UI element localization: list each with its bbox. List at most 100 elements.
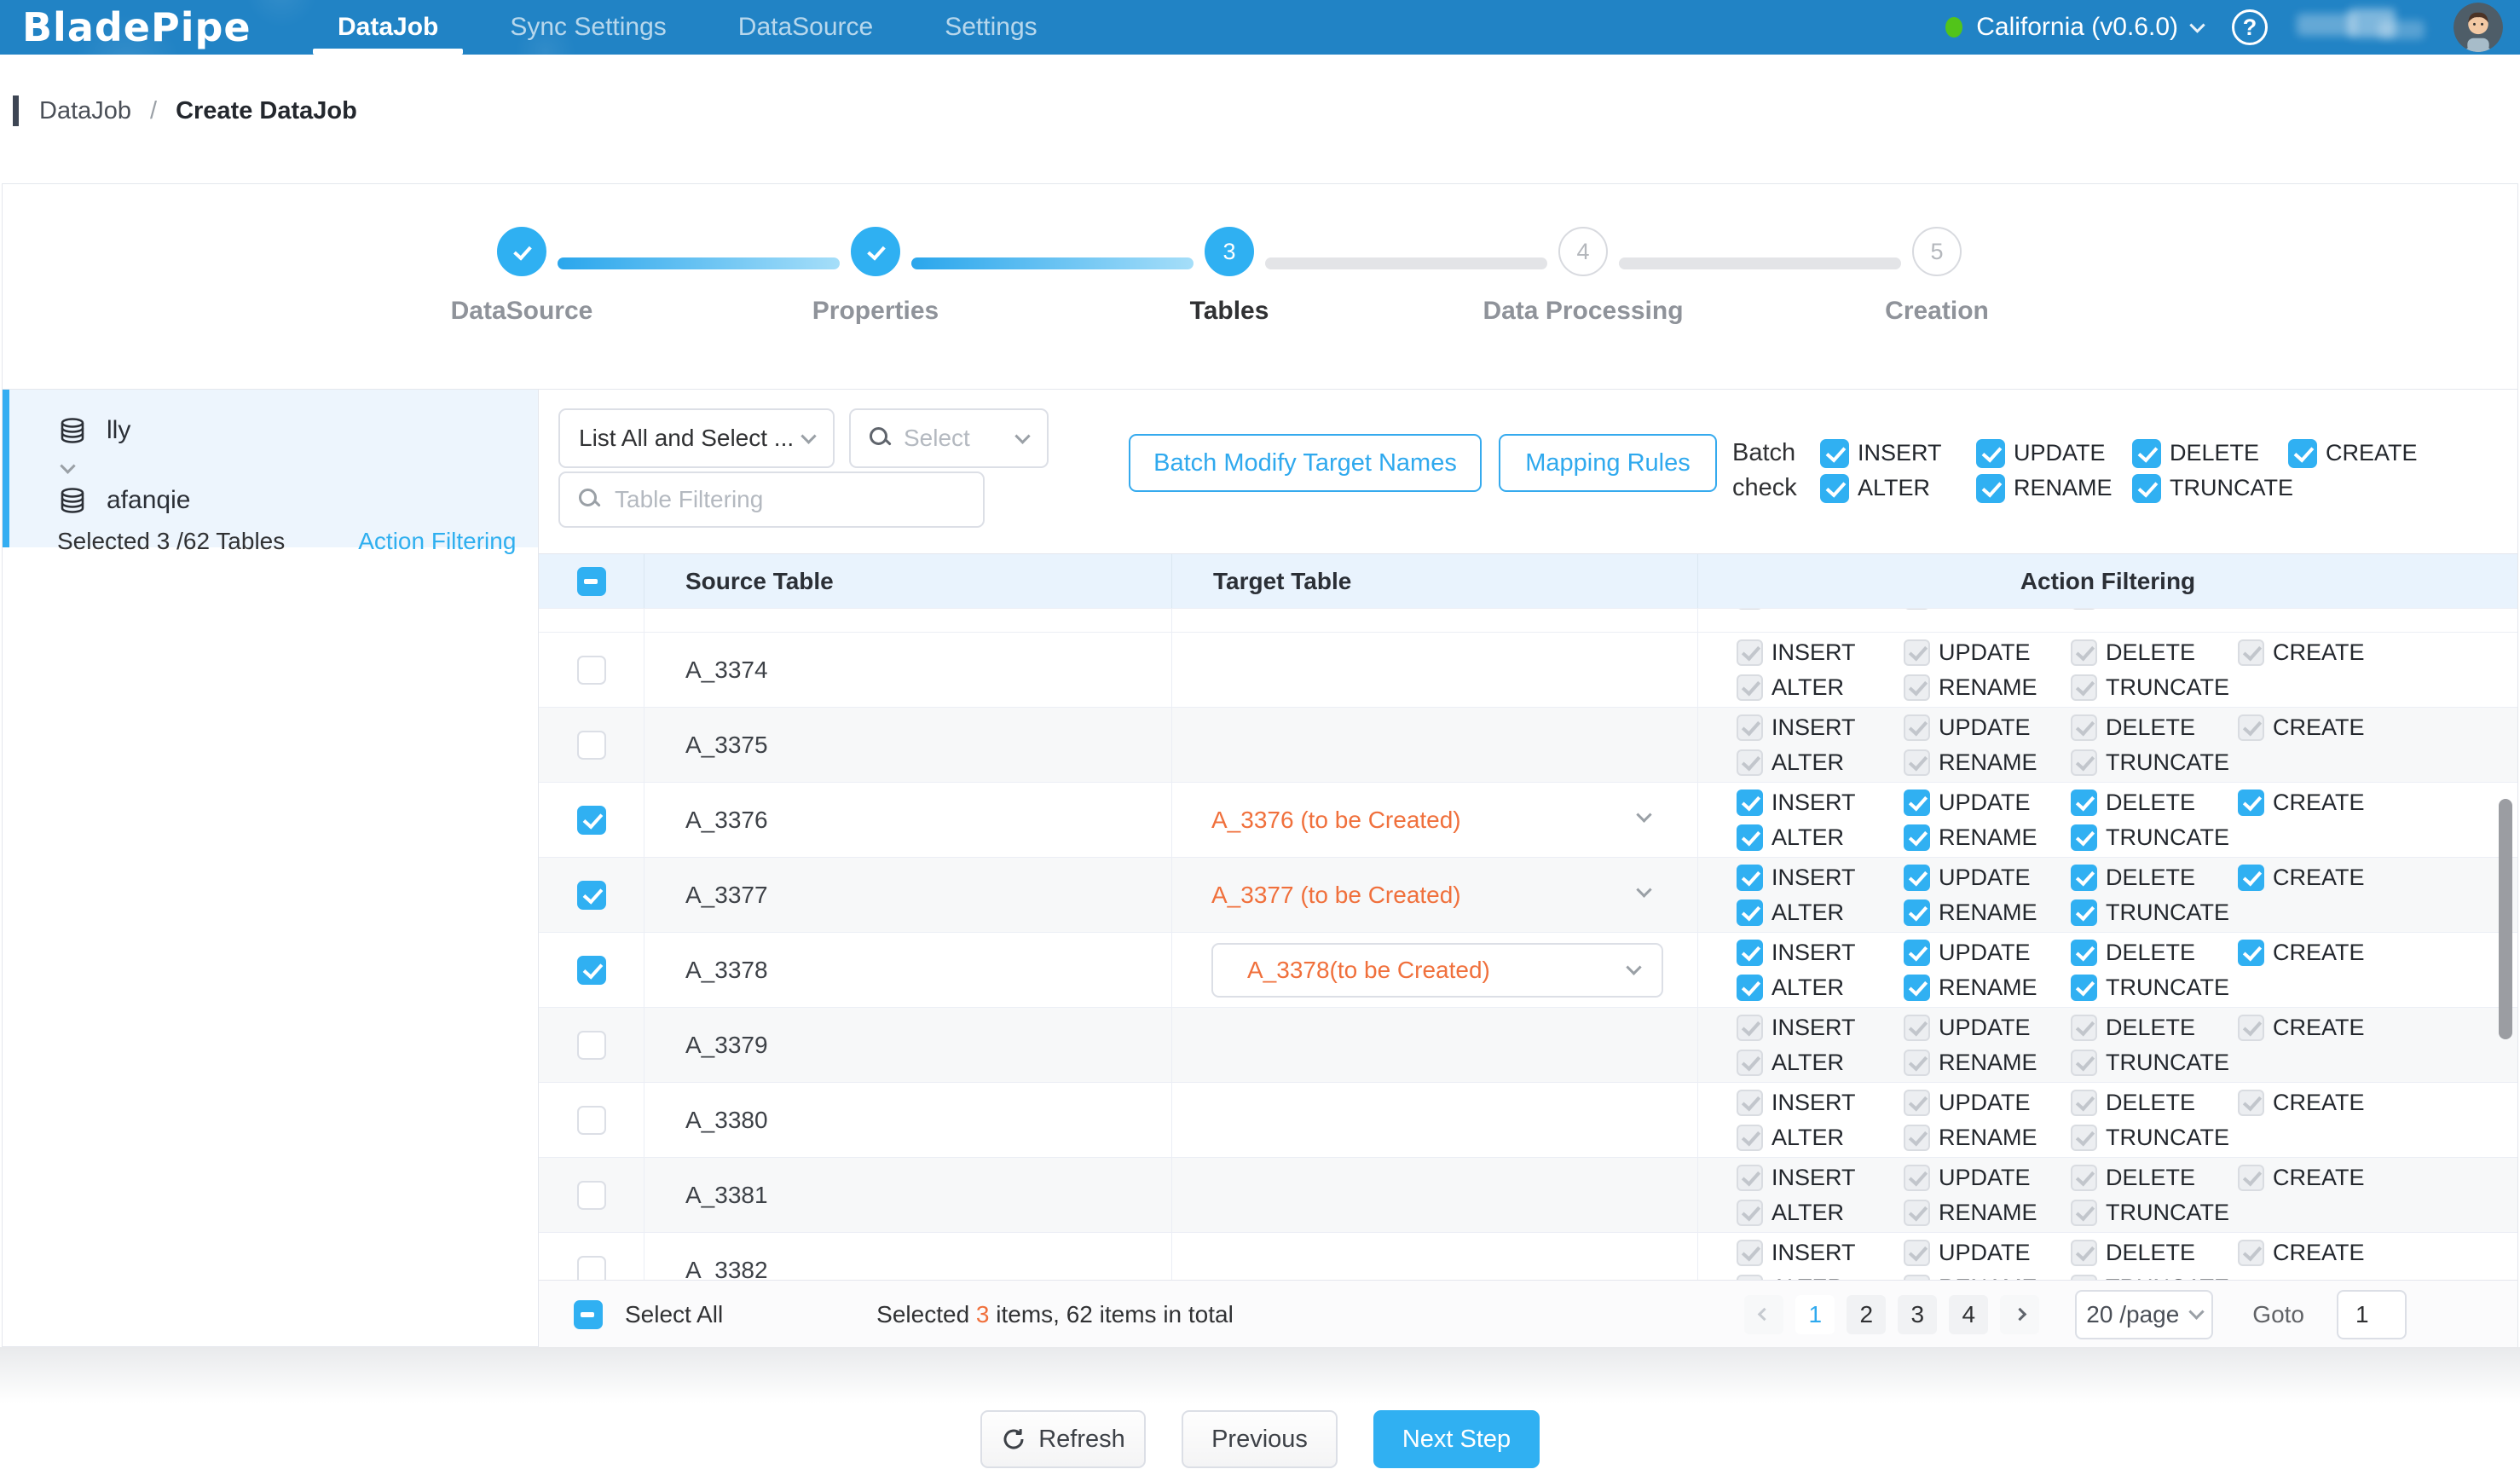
step-data-processing[interactable]: 4Data Processing	[1447, 227, 1719, 326]
batch-checkbox-delete[interactable]	[2132, 439, 2161, 468]
action-checkbox-update[interactable]	[1904, 639, 1930, 666]
action-checkbox-alter[interactable]	[1737, 824, 1763, 851]
action-checkbox-insert[interactable]	[1737, 865, 1763, 891]
action-checkbox-create[interactable]	[2238, 714, 2264, 741]
action-checkbox-update[interactable]	[1904, 1015, 1930, 1041]
table-filter-input[interactable]: Table Filtering	[558, 471, 985, 528]
row-checkbox[interactable]	[577, 1106, 606, 1135]
action-checkbox-delete[interactable]	[2071, 1090, 2097, 1116]
page-button-2[interactable]: 2	[1847, 1295, 1886, 1334]
action-checkbox-delete[interactable]	[2071, 865, 2097, 891]
mapping-rules-button[interactable]: Mapping Rules	[1499, 434, 1717, 492]
action-checkbox-create[interactable]	[2238, 790, 2264, 816]
action-checkbox-rename[interactable]	[1904, 1050, 1930, 1076]
avatar[interactable]	[2454, 3, 2503, 52]
action-checkbox-rename[interactable]	[1904, 975, 1930, 1001]
action-checkbox-insert[interactable]	[1737, 714, 1763, 741]
action-checkbox-truncate[interactable]	[2071, 1200, 2097, 1226]
action-checkbox-rename[interactable]	[1904, 1200, 1930, 1226]
vertical-scrollbar[interactable]	[2499, 799, 2512, 1039]
action-checkbox-insert[interactable]	[1737, 1090, 1763, 1116]
table-row[interactable]: A_3374INSERTUPDATEDELETECREATEALTERRENAM…	[539, 633, 2517, 708]
action-checkbox-update[interactable]	[1904, 1165, 1930, 1191]
action-checkbox-alter[interactable]	[1737, 674, 1763, 701]
step-properties[interactable]: Properties	[739, 227, 1012, 326]
action-checkbox-insert[interactable]	[1737, 1015, 1763, 1041]
action-checkbox-create[interactable]	[2238, 639, 2264, 666]
action-checkbox-update[interactable]	[1904, 1240, 1930, 1266]
action-checkbox-truncate[interactable]	[2071, 674, 2097, 701]
table-row[interactable]: A_3381INSERTUPDATEDELETECREATEALTERRENAM…	[539, 1158, 2517, 1233]
batch-checkbox-update[interactable]	[1976, 439, 2005, 468]
row-checkbox[interactable]	[577, 956, 606, 985]
search-select[interactable]: Select	[849, 408, 1049, 468]
nav-item-datasource[interactable]: DataSource	[738, 0, 873, 55]
action-checkbox-delete[interactable]	[2071, 714, 2097, 741]
action-checkbox-insert[interactable]	[1737, 639, 1763, 666]
row-checkbox[interactable]	[577, 881, 606, 910]
next-step-button[interactable]: Next Step	[1373, 1410, 1540, 1468]
action-checkbox-truncate[interactable]	[2071, 749, 2097, 776]
action-checkbox-insert[interactable]	[1737, 1165, 1763, 1191]
target-table-select[interactable]: A_3378(to be Created)	[1211, 943, 1663, 998]
batch-checkbox-alter[interactable]	[1820, 474, 1849, 503]
row-checkbox[interactable]	[577, 806, 606, 835]
row-checkbox[interactable]	[577, 1031, 606, 1060]
action-checkbox-delete[interactable]	[2071, 940, 2097, 966]
action-checkbox-truncate[interactable]	[2071, 824, 2097, 851]
action-checkbox-truncate[interactable]	[2071, 975, 2097, 1001]
row-checkbox[interactable]	[577, 1181, 606, 1210]
chevron-down-icon[interactable]	[1636, 807, 1651, 822]
page-button-1[interactable]: 1	[1795, 1295, 1835, 1334]
batch-checkbox-insert[interactable]	[1820, 439, 1849, 468]
target-table-name[interactable]: A_3376 (to be Created)	[1211, 807, 1461, 834]
select-all-header-checkbox[interactable]	[577, 567, 606, 596]
action-checkbox-create[interactable]	[2238, 1015, 2264, 1041]
action-checkbox-create[interactable]	[2238, 1165, 2264, 1191]
action-checkbox-[interactable]	[1737, 609, 1763, 610]
row-checkbox[interactable]	[577, 1256, 606, 1281]
help-icon[interactable]: ?	[2232, 9, 2268, 45]
action-checkbox-truncate[interactable]	[2071, 899, 2097, 926]
breadcrumb-parent[interactable]: DataJob	[39, 97, 131, 125]
row-checkbox[interactable]	[577, 731, 606, 760]
action-checkbox-update[interactable]	[1904, 790, 1930, 816]
action-checkbox-truncate[interactable]	[2071, 1050, 2097, 1076]
action-checkbox-update[interactable]	[1904, 940, 1930, 966]
username-redacted[interactable]	[2297, 9, 2425, 46]
page-size-select[interactable]: 20 /page	[2075, 1290, 2213, 1339]
action-checkbox-rename[interactable]	[1904, 899, 1930, 926]
page-button-3[interactable]: 3	[1898, 1295, 1937, 1334]
action-checkbox-create[interactable]	[2238, 865, 2264, 891]
action-checkbox-delete[interactable]	[2071, 639, 2097, 666]
refresh-button[interactable]: Refresh	[980, 1410, 1146, 1468]
action-checkbox-alter[interactable]	[1737, 1050, 1763, 1076]
action-checkbox-rename[interactable]	[1904, 824, 1930, 851]
action-checkbox-alter[interactable]	[1737, 975, 1763, 1001]
batch-checkbox-truncate[interactable]	[2132, 474, 2161, 503]
environment-selector[interactable]: California (v0.6.0)	[1945, 13, 2203, 42]
action-checkbox-alter[interactable]	[1737, 1200, 1763, 1226]
action-checkbox-insert[interactable]	[1737, 940, 1763, 966]
action-checkbox-rename[interactable]	[1904, 674, 1930, 701]
action-checkbox-create[interactable]	[2238, 1090, 2264, 1116]
action-checkbox-create[interactable]	[2238, 940, 2264, 966]
select-all-checkbox[interactable]	[574, 1300, 603, 1329]
row-checkbox[interactable]	[577, 656, 606, 685]
action-checkbox-delete[interactable]	[2071, 1240, 2097, 1266]
action-checkbox-insert[interactable]	[1737, 1240, 1763, 1266]
action-checkbox-rename[interactable]	[1904, 1125, 1930, 1151]
action-checkbox-[interactable]	[1904, 609, 1930, 610]
chevron-down-icon[interactable]	[1636, 882, 1651, 897]
action-checkbox-alter[interactable]	[1737, 899, 1763, 926]
table-row[interactable]: A_3380INSERTUPDATEDELETECREATEALTERRENAM…	[539, 1083, 2517, 1158]
action-checkbox-alter[interactable]	[1737, 749, 1763, 776]
batch-modify-target-names-button[interactable]: Batch Modify Target Names	[1129, 434, 1482, 492]
prev-page-button[interactable]	[1744, 1295, 1783, 1334]
step-creation[interactable]: 5Creation	[1800, 227, 2073, 326]
action-filtering-link[interactable]: Action Filtering	[358, 528, 516, 555]
action-checkbox-alter[interactable]	[1737, 1125, 1763, 1151]
step-datasource[interactable]: DataSource	[385, 227, 658, 326]
action-checkbox-delete[interactable]	[2071, 790, 2097, 816]
page-button-4[interactable]: 4	[1949, 1295, 1988, 1334]
